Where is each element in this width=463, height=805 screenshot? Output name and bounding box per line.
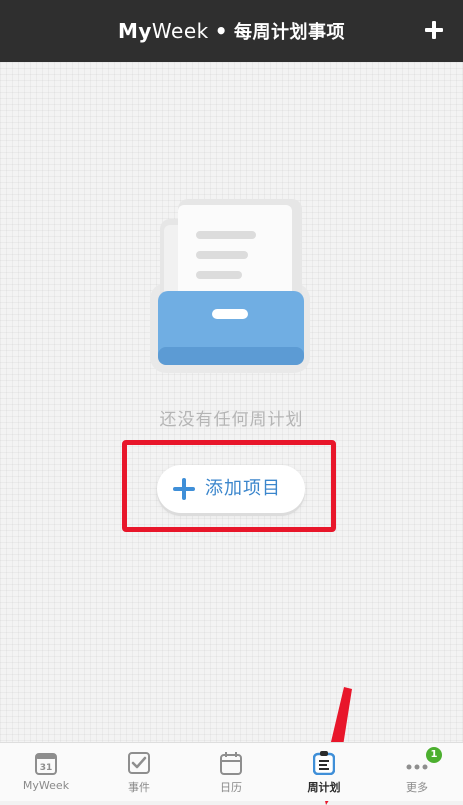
bottom-tab-bar: 31 MyWeek 事件 日历 周计划 1 更多 [0, 742, 463, 801]
add-plan-button[interactable] [419, 15, 449, 45]
tab-weekly-plan[interactable]: 周计划 [278, 743, 370, 801]
tab-calendar-label: 日历 [220, 781, 242, 794]
tab-myweek[interactable]: 31 MyWeek [0, 743, 92, 801]
plus-icon [173, 478, 195, 500]
svg-text:31: 31 [40, 763, 53, 773]
notification-badge: 1 [426, 747, 442, 763]
add-item-button[interactable]: 添加项目 [157, 465, 305, 513]
title-subtitle: 每周计划事项 [234, 22, 346, 43]
tab-events-label: 事件 [128, 781, 150, 794]
empty-drawer-illustration [150, 199, 310, 373]
title-my: My [117, 19, 152, 43]
tab-calendar[interactable]: 日历 [185, 743, 277, 801]
tab-more-label: 更多 [406, 781, 428, 794]
title-separator: • [214, 19, 229, 43]
add-item-label: 添加项目 [205, 478, 281, 499]
more-dots-icon [406, 764, 428, 770]
tab-myweek-label: MyWeek [22, 779, 70, 792]
checkbox-icon [128, 752, 150, 774]
title-week: Week [151, 19, 209, 43]
calendar-31-icon: 31 [35, 753, 57, 775]
calendar-icon [220, 752, 242, 775]
tab-events[interactable]: 事件 [93, 743, 185, 801]
tab-weekly-plan-label: 周计划 [307, 781, 341, 794]
app-title: MyWeek • 每周计划事项 [0, 0, 463, 62]
empty-state-message: 还没有任何周计划 [159, 410, 304, 430]
main-content: 还没有任何周计划 添加项目 [0, 62, 463, 805]
tab-more[interactable]: 1 更多 [371, 743, 463, 801]
clipboard-icon [313, 751, 335, 775]
app-header: MyWeek • 每周计划事项 [0, 0, 463, 62]
